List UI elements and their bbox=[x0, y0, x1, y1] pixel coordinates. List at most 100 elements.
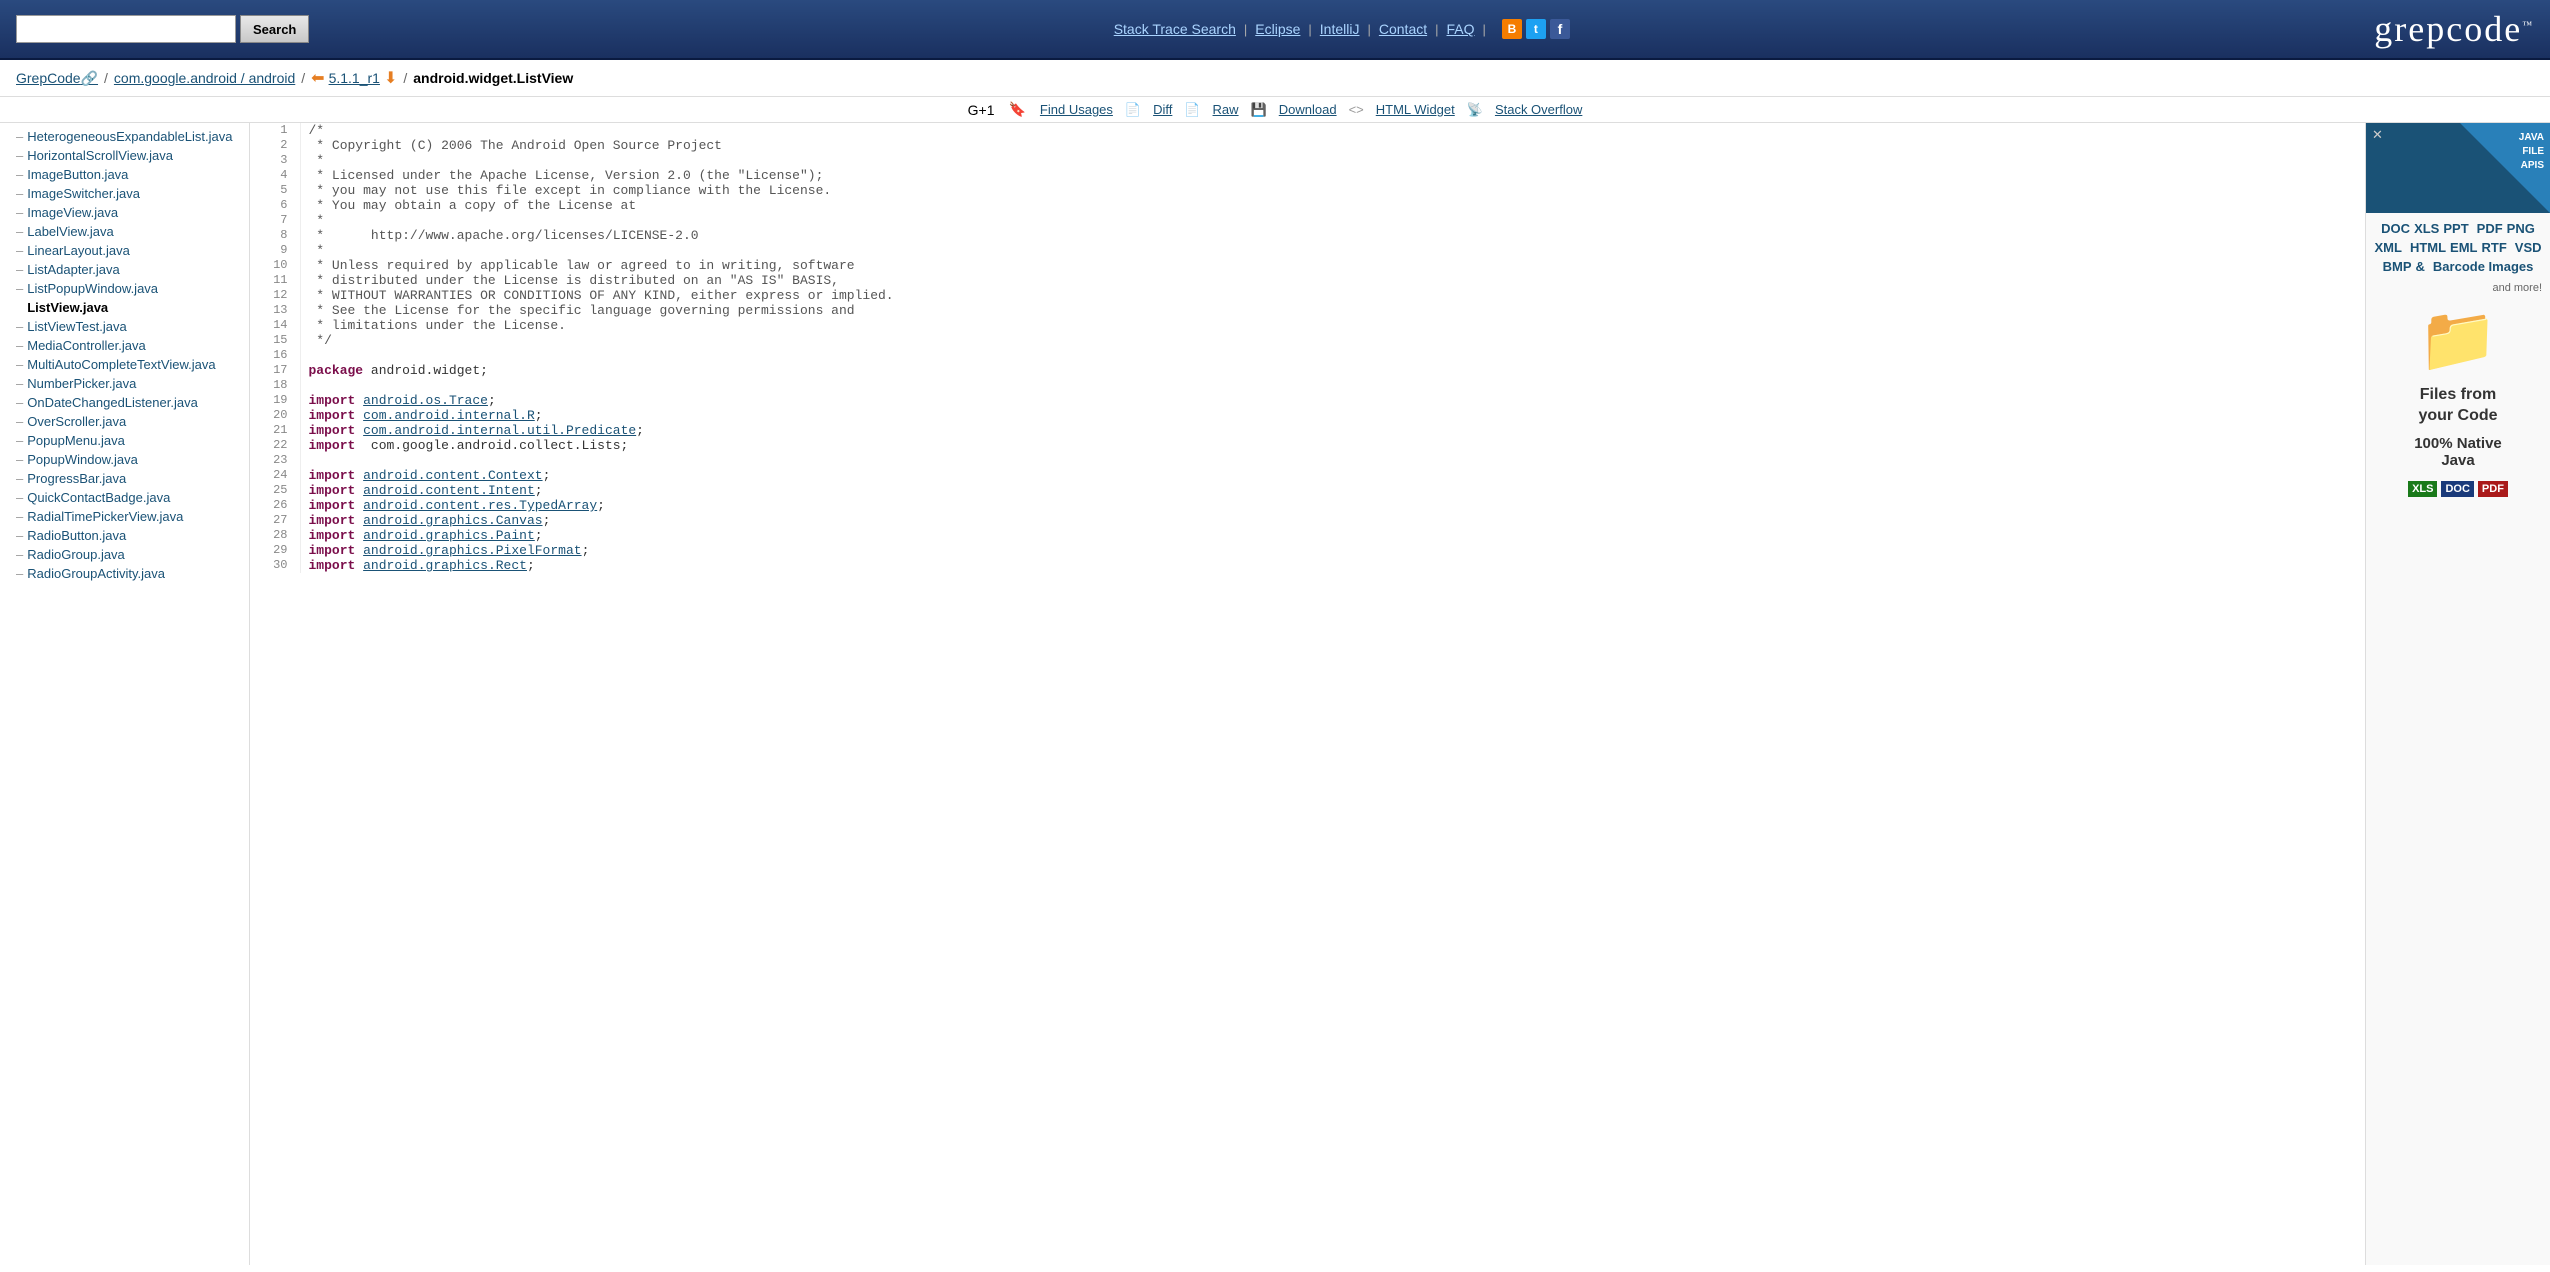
sidebar: –HeterogeneousExpandableList.java –Horiz… bbox=[0, 123, 250, 1265]
nav-intellij[interactable]: IntelliJ bbox=[1320, 21, 1360, 37]
line-number: 3 bbox=[250, 153, 300, 168]
sidebar-item-15[interactable]: –OverScroller.java bbox=[0, 412, 249, 431]
table-row: 16 bbox=[250, 348, 2365, 363]
line-code: * you may not use this file except in co… bbox=[300, 183, 2365, 198]
sidebar-item-14[interactable]: –OnDateChangedListener.java bbox=[0, 393, 249, 412]
ad-fmt-pdf: PDF bbox=[2478, 481, 2508, 497]
table-row: 19 import android.os.Trace; bbox=[250, 393, 2365, 408]
import-link-28[interactable]: android.graphics.Paint bbox=[363, 528, 535, 543]
fmt-png: PNG bbox=[2507, 221, 2535, 236]
facebook-icon[interactable]: f bbox=[1550, 19, 1570, 39]
table-row: 4 * Licensed under the Apache License, V… bbox=[250, 168, 2365, 183]
import-link-27[interactable]: android.graphics.Canvas bbox=[363, 513, 542, 528]
table-row: 26 import android.content.res.TypedArray… bbox=[250, 498, 2365, 513]
line-number: 24 bbox=[250, 468, 300, 483]
raw-link[interactable]: Raw bbox=[1213, 102, 1239, 117]
sidebar-item-2[interactable]: –ImageButton.java bbox=[0, 165, 249, 184]
table-row: 25 import android.content.Intent; bbox=[250, 483, 2365, 498]
line-number: 20 bbox=[250, 408, 300, 423]
twitter-icon[interactable]: t bbox=[1526, 19, 1546, 39]
sidebar-item-12[interactable]: –MultiAutoCompleteTextView.java bbox=[0, 355, 249, 374]
sidebar-item-16[interactable]: –PopupMenu.java bbox=[0, 431, 249, 450]
nav-contact[interactable]: Contact bbox=[1379, 21, 1427, 37]
ad-fmt-doc: DOC bbox=[2441, 481, 2473, 497]
nav-stack-trace[interactable]: Stack Trace Search bbox=[1114, 21, 1236, 37]
ad-close-button[interactable]: ✕ bbox=[2372, 127, 2383, 143]
bc-grepcode[interactable]: GrepCode🔗 bbox=[16, 70, 98, 87]
line-code: import android.graphics.Paint; bbox=[300, 528, 2365, 543]
sidebar-item-21[interactable]: –RadioButton.java bbox=[0, 526, 249, 545]
sidebar-item-11[interactable]: –MediaController.java bbox=[0, 336, 249, 355]
import-link-24[interactable]: android.content.Context bbox=[363, 468, 542, 483]
sidebar-item-17[interactable]: –PopupWindow.java bbox=[0, 450, 249, 469]
table-row: 3 * bbox=[250, 153, 2365, 168]
html-widget-link[interactable]: HTML Widget bbox=[1376, 102, 1455, 117]
blogger-icon[interactable]: B bbox=[1502, 19, 1522, 39]
import-link-20[interactable]: com.android.internal.R bbox=[363, 408, 535, 423]
line-number: 26 bbox=[250, 498, 300, 513]
line-number: 14 bbox=[250, 318, 300, 333]
line-code: * distributed under the License is distr… bbox=[300, 273, 2365, 288]
social-icons: B t f bbox=[1502, 19, 1570, 39]
line-code bbox=[300, 348, 2365, 363]
sidebar-item-6[interactable]: –LinearLayout.java bbox=[0, 241, 249, 260]
sidebar-item-23[interactable]: –RadioGroupActivity.java bbox=[0, 564, 249, 583]
line-code: * http://www.apache.org/licenses/LICENSE… bbox=[300, 228, 2365, 243]
import-link-26[interactable]: android.content.res.TypedArray bbox=[363, 498, 597, 513]
line-code: import com.google.android.collect.Lists; bbox=[300, 438, 2365, 453]
line-number: 4 bbox=[250, 168, 300, 183]
line-number: 22 bbox=[250, 438, 300, 453]
fmt-doc: DOC bbox=[2381, 221, 2410, 236]
download-link[interactable]: Download bbox=[1279, 102, 1337, 117]
import-link-19[interactable]: android.os.Trace bbox=[363, 393, 488, 408]
line-number: 13 bbox=[250, 303, 300, 318]
sidebar-item-13[interactable]: –NumberPicker.java bbox=[0, 374, 249, 393]
search-button[interactable]: Search bbox=[240, 15, 309, 43]
sidebar-item-0[interactable]: –HeterogeneousExpandableList.java bbox=[0, 127, 249, 146]
table-row: 13 * See the License for the specific la… bbox=[250, 303, 2365, 318]
import-link-30[interactable]: android.graphics.Rect bbox=[363, 558, 527, 573]
sidebar-item-20[interactable]: –RadialTimePickerView.java bbox=[0, 507, 249, 526]
sidebar-item-5[interactable]: –LabelView.java bbox=[0, 222, 249, 241]
import-link-25[interactable]: android.content.Intent bbox=[363, 483, 535, 498]
table-row: 9 * bbox=[250, 243, 2365, 258]
line-code: import android.content.Context; bbox=[300, 468, 2365, 483]
line-code: import android.graphics.Rect; bbox=[300, 558, 2365, 573]
fmt-html: HTML bbox=[2410, 240, 2446, 255]
sidebar-item-22[interactable]: –RadioGroup.java bbox=[0, 545, 249, 564]
bc-version[interactable]: 5.1.1_r1 bbox=[329, 70, 380, 86]
line-code: * See the License for the specific langu… bbox=[300, 303, 2365, 318]
search-input[interactable] bbox=[16, 15, 236, 43]
sidebar-item-3[interactable]: –ImageSwitcher.java bbox=[0, 184, 249, 203]
diff-link[interactable]: Diff bbox=[1153, 102, 1172, 117]
header: Search Stack Trace Search | Eclipse | In… bbox=[0, 0, 2550, 60]
line-code: /* bbox=[300, 123, 2365, 138]
sidebar-item-7[interactable]: –ListAdapter.java bbox=[0, 260, 249, 279]
line-number: 29 bbox=[250, 543, 300, 558]
find-usages-link[interactable]: Find Usages bbox=[1040, 102, 1113, 117]
line-code: import com.android.internal.util.Predica… bbox=[300, 423, 2365, 438]
line-code: import android.graphics.PixelFormat; bbox=[300, 543, 2365, 558]
table-row: 7 * bbox=[250, 213, 2365, 228]
sidebar-item-19[interactable]: –QuickContactBadge.java bbox=[0, 488, 249, 507]
sidebar-item-10[interactable]: –ListViewTest.java bbox=[0, 317, 249, 336]
sidebar-item-4[interactable]: –ImageView.java bbox=[0, 203, 249, 222]
bc-com-google[interactable]: com.google.android / android bbox=[114, 70, 295, 86]
ad-content: DOC XLS PPT PDF PNG XML HTML EML RTF VSD… bbox=[2366, 213, 2550, 509]
table-row: 27 import android.graphics.Canvas; bbox=[250, 513, 2365, 528]
nav-eclipse[interactable]: Eclipse bbox=[1255, 21, 1300, 37]
import-link-21[interactable]: com.android.internal.util.Predicate bbox=[363, 423, 636, 438]
sidebar-item-8[interactable]: –ListPopupWindow.java bbox=[0, 279, 249, 298]
line-code: * bbox=[300, 153, 2365, 168]
sidebar-item-1[interactable]: –HorizontalScrollView.java bbox=[0, 146, 249, 165]
nav-sep-2: | bbox=[1308, 22, 1311, 37]
fmt-barcode: Barcode Images bbox=[2433, 259, 2533, 274]
line-number: 16 bbox=[250, 348, 300, 363]
sidebar-item-9-listview[interactable]: –ListView.java bbox=[0, 298, 249, 317]
sidebar-item-18[interactable]: –ProgressBar.java bbox=[0, 469, 249, 488]
import-link-29[interactable]: android.graphics.PixelFormat bbox=[363, 543, 581, 558]
nav-faq[interactable]: FAQ bbox=[1447, 21, 1475, 37]
stack-overflow-link[interactable]: Stack Overflow bbox=[1495, 102, 1582, 117]
table-row: 10 * Unless required by applicable law o… bbox=[250, 258, 2365, 273]
line-code: * You may obtain a copy of the License a… bbox=[300, 198, 2365, 213]
